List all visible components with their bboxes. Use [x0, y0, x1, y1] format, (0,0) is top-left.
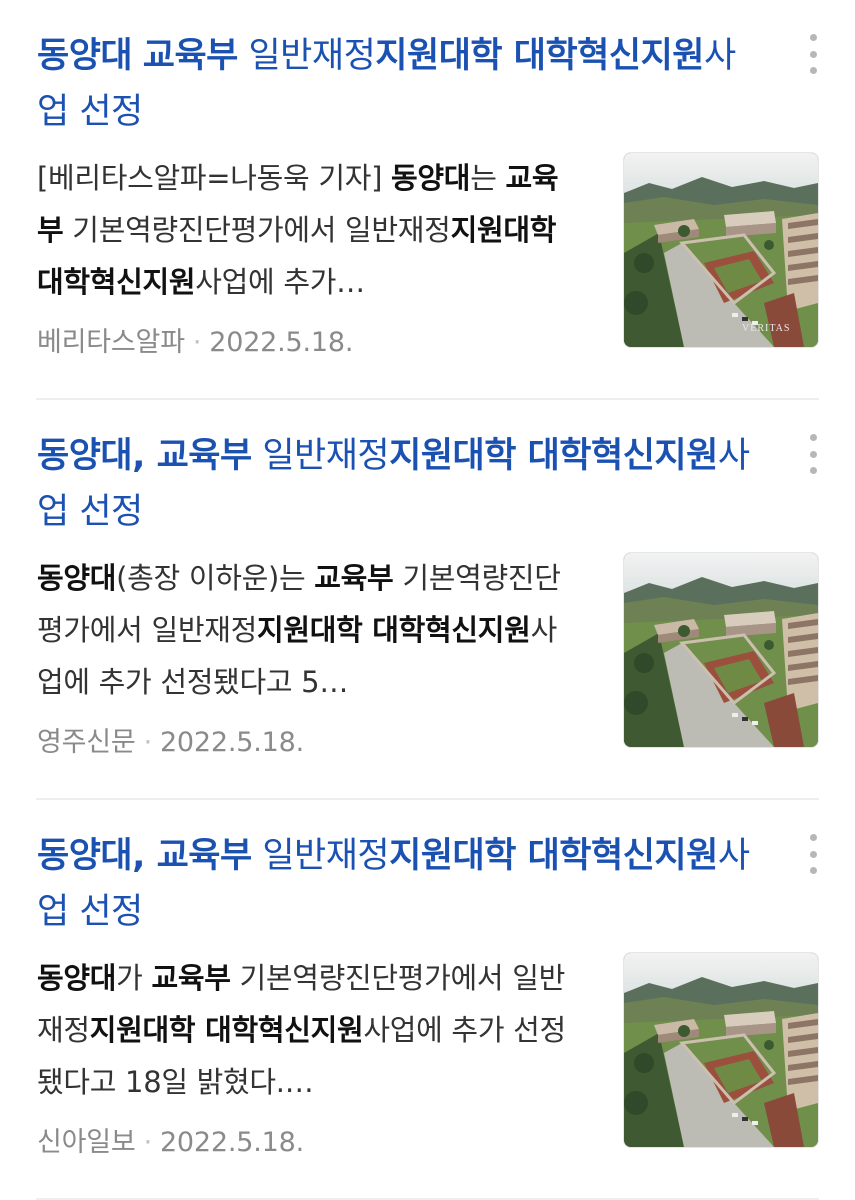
highlighted-keyword: 지원대학 대학혁신지원	[256, 613, 531, 647]
highlighted-keyword: 동양대, 교육부	[37, 436, 252, 476]
article-thumbnail[interactable]: VERITAS	[623, 152, 819, 348]
more-dot	[809, 467, 817, 474]
text-segment: 일반재정	[251, 436, 390, 476]
news-article: 동양대 교육부 일반재정지원대학 대학혁신지원사업 선정 [베리타스알파=나동욱…	[0, 0, 855, 400]
meta-separator: ·	[143, 727, 153, 758]
more-dot	[809, 867, 817, 874]
article-source[interactable]: 영주신문	[37, 727, 136, 758]
meta-separator: ·	[192, 327, 202, 358]
article-body: 동양대가 교육부 기본역량진단평가에서 일반재정지원대학 대학혁신지원사업에 추…	[37, 952, 819, 1159]
text-segment: 는	[470, 161, 506, 195]
campus-aerial-photo	[624, 953, 818, 1147]
article-thumbnail[interactable]	[623, 552, 819, 748]
highlighted-keyword: 지원대학 대학혁신지원	[375, 36, 704, 76]
highlighted-keyword: 교육부	[151, 961, 231, 995]
article-source[interactable]: 신아일보	[37, 1127, 136, 1158]
highlighted-keyword: 교육부	[142, 36, 239, 76]
highlighted-keyword: 동양대	[37, 961, 117, 995]
text-segment: (총장 이하운)는	[116, 561, 315, 595]
article-meta: 신아일보 · 2022.5.18.	[37, 1120, 581, 1159]
article-summary[interactable]: [베리타스알파=나동욱 기자] 동양대는 교육부 기본역량진단평가에서 일반재정…	[37, 152, 581, 308]
article-body: 동양대(총장 이하운)는 교육부 기본역량진단평가에서 일반재정지원대학 대학혁…	[37, 552, 819, 759]
news-article: 동양대, 교육부 일반재정지원대학 대학혁신지원사업 선정 동양대(총장 이하운…	[0, 400, 855, 800]
more-dot	[809, 50, 817, 58]
article-meta: 영주신문 · 2022.5.18.	[37, 720, 581, 759]
more-dot	[809, 834, 817, 841]
article-date: 2022.5.18.	[159, 1127, 304, 1158]
text-segment: [베리타스알파=나동욱 기자]	[37, 161, 392, 195]
highlighted-keyword: 동양대	[37, 36, 133, 76]
highlighted-keyword: 지원대학 대학혁신지원	[389, 836, 718, 876]
article-date: 2022.5.18.	[209, 327, 354, 358]
text-segment: 기본역량진단평가에서 일반재정	[63, 213, 451, 247]
article-meta: 베리타스알파 · 2022.5.18.	[37, 320, 581, 359]
highlighted-keyword: 교육부	[314, 561, 394, 595]
article-source[interactable]: 베리타스알파	[37, 327, 185, 358]
more-dot	[809, 850, 817, 858]
highlighted-keyword: 동양대, 교육부	[37, 836, 252, 876]
highlighted-keyword: 동양대	[37, 561, 117, 595]
highlighted-keyword: 동양대	[391, 161, 471, 195]
more-dot	[809, 67, 817, 74]
more-dot	[809, 450, 817, 458]
article-date: 2022.5.18.	[159, 727, 304, 758]
article-text: [베리타스알파=나동욱 기자] 동양대는 교육부 기본역량진단평가에서 일반재정…	[37, 152, 581, 359]
article-body: [베리타스알파=나동욱 기자] 동양대는 교육부 기본역량진단평가에서 일반재정…	[37, 152, 819, 359]
text-segment: 가	[116, 961, 152, 995]
more-dot	[809, 34, 817, 41]
more-options-icon[interactable]	[803, 834, 823, 874]
campus-aerial-photo	[624, 553, 818, 747]
article-thumbnail[interactable]	[623, 952, 819, 1148]
text-segment: 사업에 추가…	[195, 265, 365, 299]
highlighted-keyword: 지원대학 대학혁신지원	[89, 1013, 364, 1047]
highlighted-keyword: 지원대학 대학혁신지원	[389, 436, 718, 476]
more-options-icon[interactable]	[803, 34, 823, 74]
article-summary[interactable]: 동양대(총장 이하운)는 교육부 기본역량진단평가에서 일반재정지원대학 대학혁…	[37, 552, 581, 708]
campus-aerial-photo: VERITAS	[624, 153, 818, 347]
more-options-icon[interactable]	[803, 434, 823, 474]
article-text: 동양대(총장 이하운)는 교육부 기본역량진단평가에서 일반재정지원대학 대학혁…	[37, 552, 581, 759]
article-text: 동양대가 교육부 기본역량진단평가에서 일반재정지원대학 대학혁신지원사업에 추…	[37, 952, 581, 1159]
meta-separator: ·	[143, 1127, 153, 1158]
article-title[interactable]: 동양대 교육부 일반재정지원대학 대학혁신지원사업 선정	[37, 28, 762, 140]
more-dot	[809, 434, 817, 441]
thumbnail-watermark: VERITAS	[742, 323, 790, 334]
article-summary[interactable]: 동양대가 교육부 기본역량진단평가에서 일반재정지원대학 대학혁신지원사업에 추…	[37, 952, 581, 1108]
news-feed: 동양대 교육부 일반재정지원대학 대학혁신지원사업 선정 [베리타스알파=나동욱…	[0, 0, 855, 1200]
text-segment: 일반재정	[237, 36, 376, 76]
article-title[interactable]: 동양대, 교육부 일반재정지원대학 대학혁신지원사업 선정	[37, 428, 762, 540]
news-article: 동양대, 교육부 일반재정지원대학 대학혁신지원사업 선정 동양대가 교육부 기…	[0, 800, 855, 1200]
article-title[interactable]: 동양대, 교육부 일반재정지원대학 대학혁신지원사업 선정	[37, 828, 762, 940]
text-segment	[132, 36, 143, 76]
text-segment: 일반재정	[251, 836, 390, 876]
